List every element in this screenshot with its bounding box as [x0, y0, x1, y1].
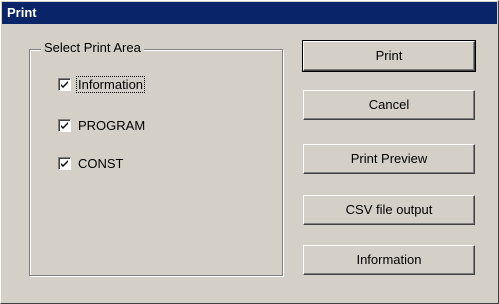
cancel-button[interactable]: Cancel [303, 90, 475, 120]
check-mark-icon [61, 80, 68, 88]
csv-file-output-button[interactable]: CSV file output [303, 195, 475, 225]
checkbox-label: CONST [78, 155, 124, 171]
checkbox-box[interactable] [58, 156, 71, 170]
checkbox-box[interactable] [58, 118, 71, 132]
checkbox-information[interactable]: Information [58, 74, 146, 94]
print-area-group-label: Select Print Area [41, 40, 144, 56]
checkbox-box[interactable] [58, 77, 71, 91]
check-mark-icon [61, 159, 68, 167]
checkbox-program[interactable]: PROGRAM [58, 115, 146, 135]
title-bar: Print [2, 2, 497, 24]
check-mark-icon [61, 121, 68, 129]
print-dialog: Print Select Print Area Information PROG… [0, 0, 499, 304]
checkbox-label: PROGRAM [78, 117, 146, 133]
print-button[interactable]: Print [302, 40, 476, 72]
checkbox-label: Information [75, 75, 146, 93]
print-preview-button[interactable]: Print Preview [303, 144, 475, 174]
checkbox-const[interactable]: CONST [58, 153, 125, 173]
information-button[interactable]: Information [303, 245, 475, 275]
